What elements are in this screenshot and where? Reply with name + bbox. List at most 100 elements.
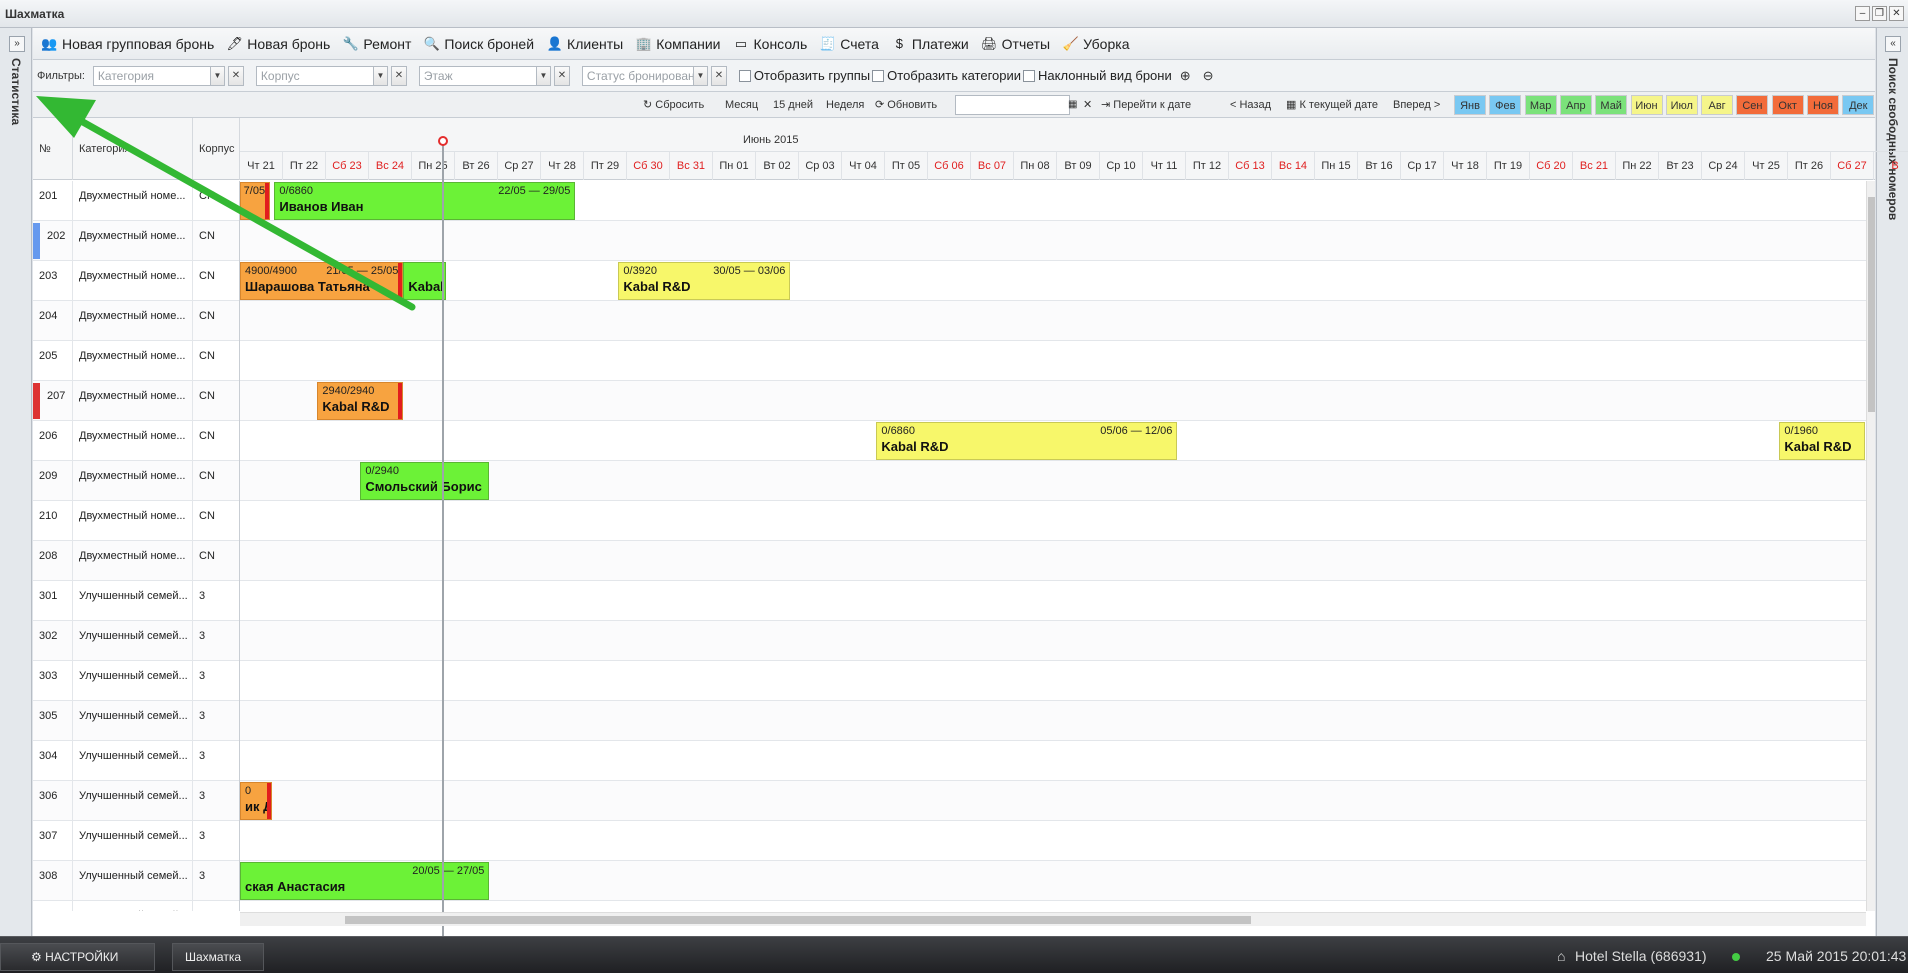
- 15-days-view-button[interactable]: 15 дней: [773, 96, 813, 114]
- calendar-icon[interactable]: ▦: [1068, 96, 1077, 114]
- booking-block[interactable]: 0 ик Д: [240, 782, 273, 820]
- back-button[interactable]: < Назад: [1230, 96, 1271, 114]
- chevron-down-icon[interactable]: ▼: [373, 65, 388, 86]
- table-row[interactable]: 306 Улучшенный семей... 3: [33, 781, 1866, 821]
- building-filter[interactable]: Корпус ▼ ✕: [255, 65, 407, 86]
- month-button-11[interactable]: Ноя: [1807, 95, 1839, 115]
- booking-block[interactable]: 0/2940 Смольский Борис: [360, 462, 490, 500]
- booking-block[interactable]: 2940/2940 Kabal R&D: [317, 382, 404, 420]
- checkbox-box[interactable]: [738, 69, 751, 82]
- table-row[interactable]: 209 Двухместный номе... CN: [33, 461, 1866, 501]
- checkbox-box[interactable]: [1023, 69, 1036, 82]
- horizontal-scrollbar[interactable]: [240, 912, 1866, 926]
- table-row[interactable]: 305 Улучшенный семей... 3: [33, 701, 1866, 741]
- booking-block[interactable]: 0/6860 22/05 — 29/05 Иванов Иван: [274, 182, 576, 220]
- clear-icon[interactable]: ✕: [710, 65, 727, 86]
- booking-block[interactable]: 0/3920 30/05 — 03/06 Kabal R&D: [618, 262, 791, 300]
- column-header-building[interactable]: Корпус: [193, 118, 240, 180]
- table-row[interactable]: 207 Двухместный номе... CN: [33, 381, 1866, 421]
- month-view-button[interactable]: Месяц: [725, 96, 758, 114]
- status-filter-input[interactable]: Статус бронирован: [581, 65, 694, 86]
- task-chessboard[interactable]: Шахматка: [172, 943, 264, 971]
- building-filter-input[interactable]: Корпус: [255, 65, 374, 86]
- vertical-scrollbar-thumb[interactable]: [1868, 197, 1875, 412]
- toolbar-button-clients[interactable]: 👤 Клиенты: [540, 30, 629, 58]
- month-button-4[interactable]: Апр: [1559, 95, 1592, 115]
- settings-button[interactable]: ⚙ НАСТРОЙКИ: [0, 943, 155, 971]
- toolbar-button-cleaning[interactable]: 🧹 Уборка: [1056, 30, 1135, 58]
- month-button-1[interactable]: Янв: [1454, 95, 1486, 115]
- table-row[interactable]: 204 Двухместный номе... CN: [33, 301, 1866, 341]
- chevron-down-icon[interactable]: ▼: [693, 65, 708, 86]
- toolbar-button-invoices[interactable]: 🧾 Счета: [813, 30, 885, 58]
- toolbar-button-console[interactable]: ▭ Консоль: [727, 30, 814, 58]
- table-row[interactable]: 202 Двухместный номе... CN: [33, 221, 1866, 261]
- floor-filter[interactable]: Этаж ▼ ✕: [418, 65, 570, 86]
- statistics-panel-title[interactable]: Статистика: [9, 58, 23, 125]
- refresh-button[interactable]: ⟳ Обновить: [875, 96, 937, 114]
- table-row[interactable]: 302 Улучшенный семей... 3: [33, 621, 1866, 661]
- toolbar-button-search[interactable]: 🔍 Поиск броней: [417, 30, 540, 58]
- chevron-down-icon[interactable]: ▼: [536, 65, 551, 86]
- month-button-7[interactable]: Июл: [1665, 95, 1698, 115]
- hotel-name[interactable]: Hotel Stella (686931): [1575, 948, 1707, 964]
- month-button-5[interactable]: Май: [1595, 95, 1628, 115]
- booking-block[interactable]: 4900/4900 21/05 — 25/05 Шарашова Татьяна: [240, 262, 404, 300]
- minimize-button[interactable]: –: [1855, 6, 1870, 21]
- booking-block[interactable]: 20/05 — 27/05 ская Анастасия: [240, 862, 490, 900]
- column-header-number[interactable]: №: [33, 118, 73, 180]
- status-filter[interactable]: Статус бронирован ▼ ✕: [581, 65, 727, 86]
- table-row[interactable]: 208 Двухместный номе... CN: [33, 541, 1866, 581]
- table-row[interactable]: 303 Улучшенный семей... 3: [33, 661, 1866, 701]
- show-categories-checkbox[interactable]: Отобразить категории: [872, 68, 1021, 83]
- toolbar-button-new-booking[interactable]: 🖊 Новая бронь: [220, 30, 336, 58]
- zoom-in-icon[interactable]: ⊕: [1180, 68, 1191, 84]
- booking-block[interactable]: Kabal: [403, 262, 447, 300]
- booking-block[interactable]: 0/1960 Kabal R&D: [1779, 422, 1866, 460]
- date-input[interactable]: [955, 95, 1070, 115]
- table-row[interactable]: 210 Двухместный номе... CN: [33, 501, 1866, 541]
- clear-icon[interactable]: ✕: [390, 65, 407, 86]
- month-button-2[interactable]: Фев: [1489, 95, 1522, 115]
- close-button[interactable]: ✕: [1889, 6, 1904, 21]
- month-button-10[interactable]: Окт: [1771, 95, 1804, 115]
- category-filter[interactable]: Категория ▼ ✕: [92, 65, 244, 86]
- expand-free-rooms-button[interactable]: «: [1885, 36, 1901, 52]
- show-groups-checkbox[interactable]: Отобразить группы: [738, 68, 870, 83]
- week-view-button[interactable]: Неделя: [826, 96, 864, 114]
- category-filter-input[interactable]: Категория: [92, 65, 211, 86]
- clear-icon[interactable]: ✕: [553, 65, 570, 86]
- toolbar-button-companies[interactable]: 🏢 Компании: [629, 30, 726, 58]
- checkbox-box[interactable]: [872, 69, 885, 82]
- month-button-12[interactable]: Дек: [1842, 95, 1875, 115]
- goto-date-button[interactable]: ⇥ Перейти к дате: [1101, 96, 1191, 114]
- restore-button[interactable]: ❐: [1872, 6, 1887, 21]
- month-button-6[interactable]: Июн: [1630, 95, 1663, 115]
- horizontal-scrollbar-thumb[interactable]: [345, 916, 1251, 924]
- toolbar-button-reports[interactable]: 🖨 Отчеты: [975, 30, 1056, 58]
- toolbar-button-repair[interactable]: 🔧 Ремонт: [336, 30, 417, 58]
- expand-statistics-button[interactable]: »: [9, 36, 25, 52]
- forward-button[interactable]: Вперед >: [1393, 96, 1440, 114]
- table-row[interactable]: 304 Улучшенный семей... 3: [33, 741, 1866, 781]
- reset-button[interactable]: ↻ Сбросить: [643, 96, 704, 114]
- toolbar-button-payments[interactable]: $ Платежи: [885, 30, 975, 58]
- clear-icon[interactable]: ✕: [227, 65, 244, 86]
- clear-date-icon[interactable]: ✕: [1083, 96, 1092, 114]
- booking-block[interactable]: 0/6860 05/06 — 12/06 Kabal R&D: [876, 422, 1178, 460]
- month-button-3[interactable]: Мар: [1524, 95, 1557, 115]
- month-button-8[interactable]: Авг: [1701, 95, 1734, 115]
- table-row[interactable]: 307 Улучшенный семей... 3: [33, 821, 1866, 861]
- to-current-date-button[interactable]: ▦ К текущей дате: [1286, 96, 1378, 114]
- table-row[interactable]: 309Улучшенный семей...3: [33, 901, 1866, 911]
- chevron-down-icon[interactable]: ▼: [210, 65, 225, 86]
- month-button-9[interactable]: Сен: [1736, 95, 1769, 115]
- booking-block[interactable]: 7/05: [240, 182, 271, 220]
- toolbar-button-group-booking[interactable]: 👥 Новая групповая бронь: [35, 30, 220, 58]
- tilted-view-checkbox[interactable]: Наклонный вид брони: [1023, 68, 1172, 83]
- free-rooms-panel-title[interactable]: Поиск свободных номеров: [1886, 58, 1900, 220]
- vertical-scrollbar[interactable]: [1866, 181, 1875, 911]
- table-row[interactable]: 205 Двухместный номе... CN: [33, 341, 1866, 381]
- table-row[interactable]: 301 Улучшенный семей... 3: [33, 581, 1866, 621]
- zoom-out-icon[interactable]: ⊖: [1203, 68, 1214, 84]
